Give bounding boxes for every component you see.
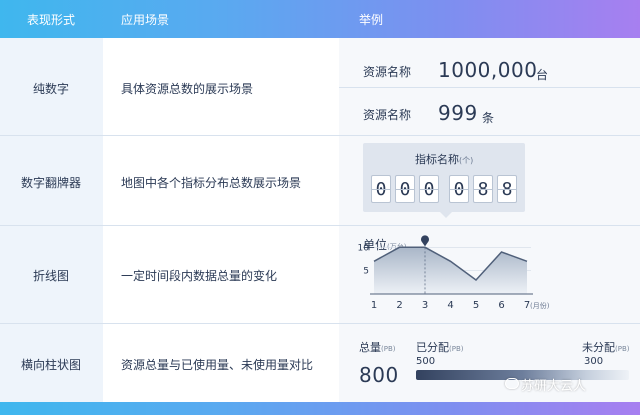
location-pin-icon — [421, 235, 429, 247]
bottom-bar — [0, 402, 640, 415]
used-unit: (PB) — [449, 345, 464, 353]
chart-area — [374, 247, 527, 294]
x-tick-label: 5 — [473, 300, 479, 311]
header-example: 举例 — [359, 13, 384, 27]
resource-name-label: 资源名称 — [363, 108, 412, 122]
row-form-label: 折线图 — [32, 269, 70, 283]
watermark: 苏研大云人 — [521, 379, 587, 394]
flip-digit: 8 — [497, 175, 517, 203]
y-axis-ticks: 5 10 — [358, 243, 370, 276]
row-scene-label: 一定时间段内数据总量的变化 — [121, 269, 278, 283]
row-scene-label: 资源总量与已使用量、未使用量对比 — [121, 358, 314, 372]
y-tick-label: 10 — [358, 243, 370, 253]
flip-pointer — [440, 212, 452, 218]
free-unit: (PB) — [615, 345, 630, 353]
flip-digit: 0 — [395, 175, 415, 203]
free-label: 未分配(PB) — [582, 341, 630, 354]
flip-unit: (个) — [459, 156, 474, 165]
resource-count-value: 999 — [438, 101, 478, 125]
header-scene: 应用场景 — [121, 13, 170, 27]
row-form-label: 纯数字 — [32, 82, 70, 96]
table-header: 表现形式 应用场景 举例 — [0, 0, 640, 38]
flip-digit: 8 — [473, 175, 493, 203]
used-label: 已分配(PB) — [416, 341, 464, 354]
resource-count-value: 1000,000 — [438, 58, 538, 82]
flip-digit: 0 — [419, 175, 439, 203]
header-form: 表现形式 — [27, 13, 76, 27]
resource-unit: 台 — [536, 68, 549, 82]
row-form-label: 横向柱状图 — [20, 358, 82, 372]
total-value: 800 — [359, 363, 399, 387]
divider — [0, 135, 640, 136]
x-axis-ticks: 1234567 — [371, 300, 530, 311]
flip-digit: 0 — [449, 175, 469, 203]
row-scene-label: 地图中各个指标分布总数展示场景 — [121, 176, 302, 190]
line-chart: 510 1234567 (月份) — [358, 235, 550, 311]
divider — [0, 225, 640, 226]
total-label: 总量(PB) — [359, 341, 396, 354]
row-form-label: 数字翻牌器 — [20, 176, 82, 190]
flip-title: 指标名称(个) — [415, 153, 474, 166]
x-tick-label: 4 — [447, 300, 453, 311]
resource-name-label: 资源名称 — [363, 65, 412, 79]
used-value: 500 — [416, 356, 436, 367]
free-value: 300 — [584, 356, 604, 367]
row-scene-label: 具体资源总数的展示场景 — [121, 82, 254, 96]
x-tick-label: 3 — [422, 300, 428, 311]
x-tick-label: 6 — [498, 300, 504, 311]
divider — [339, 87, 640, 88]
x-axis-unit: (月份) — [530, 301, 550, 310]
resource-unit: 条 — [482, 111, 495, 125]
total-unit: (PB) — [381, 345, 396, 353]
x-tick-label: 2 — [396, 300, 402, 311]
divider — [0, 323, 640, 324]
y-tick-label: 5 — [363, 267, 369, 277]
x-tick-label: 1 — [371, 300, 377, 311]
flip-digit: 0 — [371, 175, 391, 203]
wechat-icon — [505, 378, 519, 389]
